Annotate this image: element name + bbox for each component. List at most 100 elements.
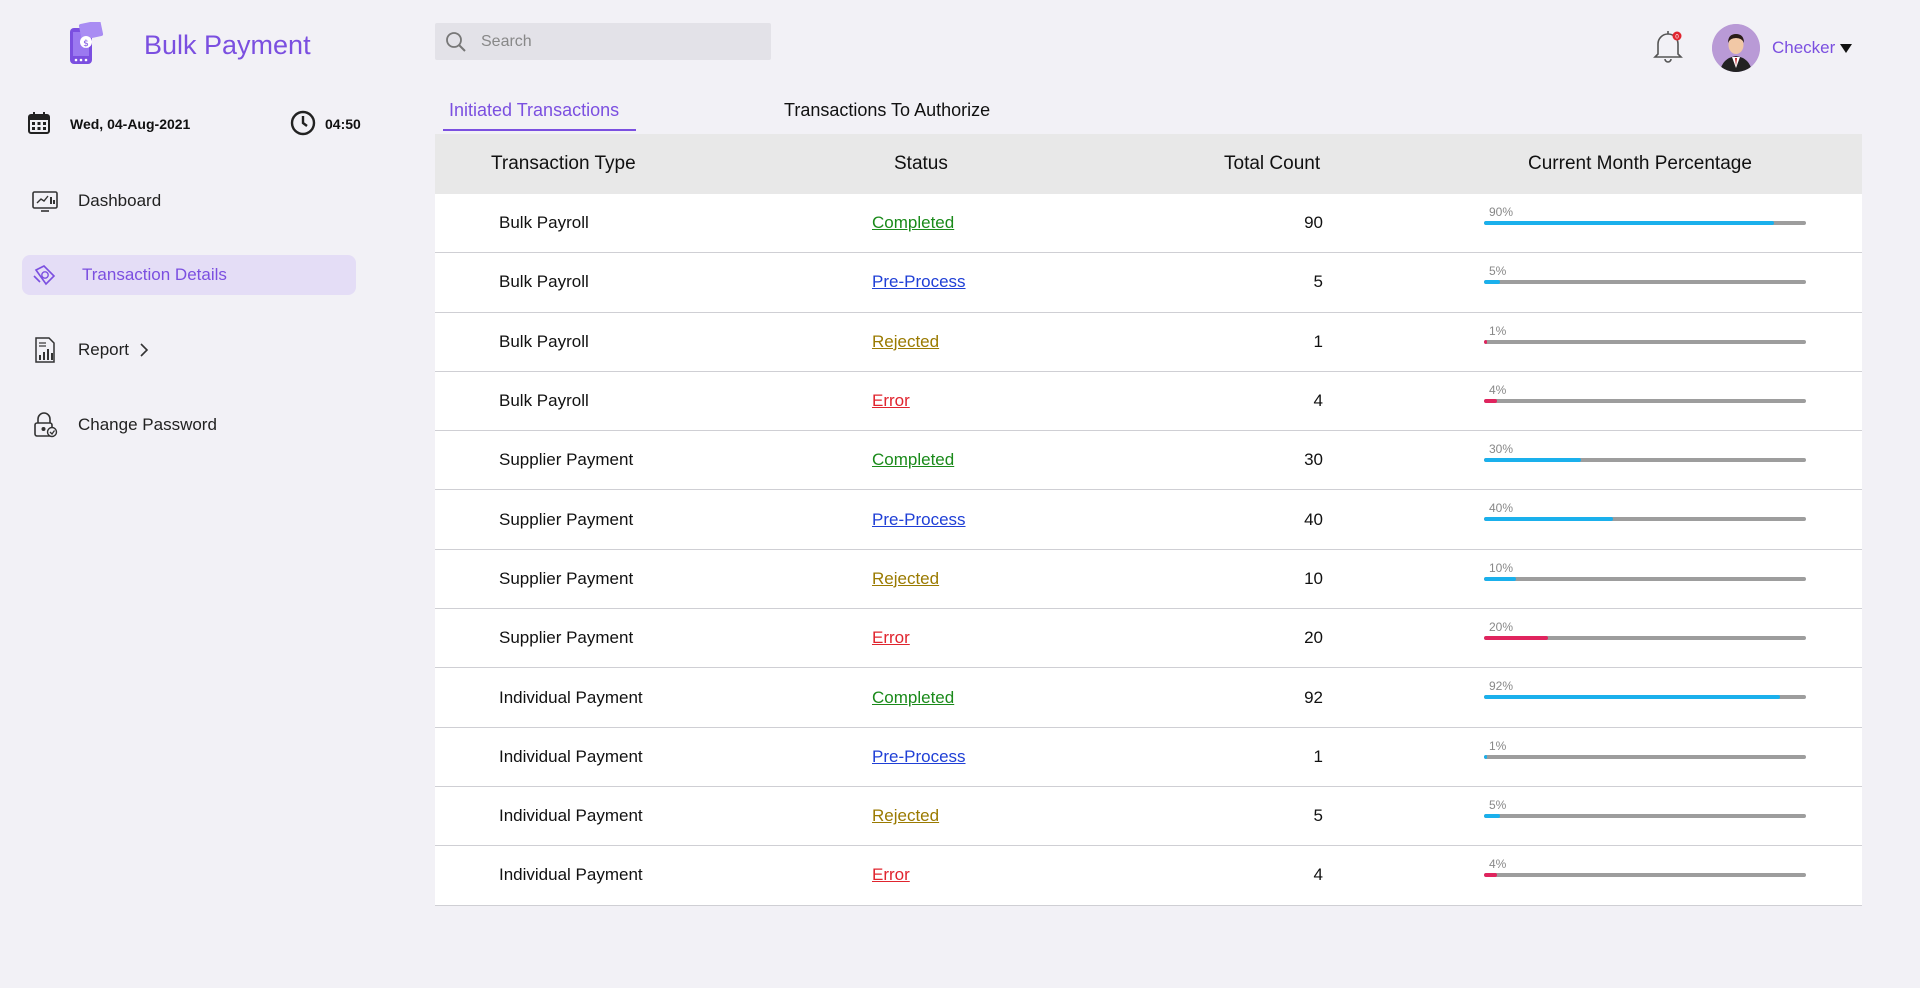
percentage-progress: 90% <box>1484 205 1806 227</box>
sidebar-item-label: Change Password <box>78 415 217 434</box>
transaction-type-cell: Supplier Payment <box>499 628 634 648</box>
status-link[interactable]: Error <box>872 865 910 885</box>
status-link[interactable]: Pre-Process <box>872 272 966 292</box>
status-link[interactable]: Pre-Process <box>872 510 966 530</box>
progress-track <box>1484 221 1806 225</box>
status-link[interactable]: Completed <box>872 450 954 470</box>
percentage-progress: 1% <box>1484 324 1806 346</box>
table-row: Bulk Payroll Pre-Process 5 5% <box>435 253 1862 313</box>
status-link[interactable]: Rejected <box>872 332 939 352</box>
sidebar-item-transaction-details[interactable]: Transaction Details <box>22 255 356 295</box>
progress-fill <box>1484 873 1497 878</box>
column-header-total-count: Total Count <box>1224 153 1321 174</box>
percentage-label: 20% <box>1489 620 1514 635</box>
user-name: Checker <box>1772 38 1836 57</box>
percentage-label: 1% <box>1489 323 1507 338</box>
sidebar-item-report[interactable]: Report <box>22 330 356 370</box>
percentage-progress: 5% <box>1484 264 1806 286</box>
search-bar <box>435 23 771 60</box>
progress-fill <box>1484 458 1581 463</box>
status-link[interactable]: Completed <box>872 688 954 708</box>
percentage-label: 92% <box>1489 679 1514 694</box>
total-count-cell: 4 <box>1313 865 1323 885</box>
table-row: Supplier Payment Rejected 10 10% <box>435 549 1862 610</box>
current-time: 04:50 <box>325 116 361 132</box>
current-date: Wed, 04-Aug-2021 <box>70 116 191 132</box>
table-row: Bulk Payroll Completed 90 90% <box>435 194 1862 254</box>
notification-bell-icon[interactable]: 0 <box>1652 28 1684 64</box>
user-avatar-icon <box>1712 24 1760 72</box>
bulk-payment-logo-icon: $ <box>70 22 104 64</box>
status-link[interactable]: Rejected <box>872 806 939 826</box>
notification-count: 0 <box>1675 34 1679 41</box>
total-count-cell: 1 <box>1313 746 1323 766</box>
total-count-cell: 92 <box>1304 687 1323 707</box>
table-row: Individual Payment Completed 92 92% <box>435 668 1862 728</box>
table-row: Individual Payment Rejected 5 5% <box>435 786 1862 847</box>
percentage-label: 30% <box>1489 442 1514 457</box>
datetime-bar: Wed, 04-Aug-2021 04:50 <box>28 110 368 138</box>
percentage-progress: 4% <box>1484 383 1806 405</box>
status-link[interactable]: Pre-Process <box>872 747 966 767</box>
transaction-type-cell: Bulk Payroll <box>499 272 589 292</box>
sidebar-item-dashboard[interactable]: Dashboard <box>22 181 356 221</box>
sidebar-item-change-password[interactable]: Change Password <box>22 405 356 445</box>
transaction-type-cell: Supplier Payment <box>499 509 634 529</box>
progress-fill <box>1484 576 1517 581</box>
search-input[interactable] <box>481 32 741 51</box>
column-header-current-month-percentage: Current Month Percentage <box>1528 153 1752 174</box>
svg-text:$: $ <box>83 39 89 49</box>
percentage-progress: 40% <box>1484 501 1806 523</box>
percentage-label: 90% <box>1489 205 1514 219</box>
column-header-transaction-type: Transaction Type <box>491 153 636 174</box>
clock-icon <box>290 110 316 136</box>
percentage-label: 5% <box>1489 797 1507 812</box>
total-count-cell: 30 <box>1304 450 1323 470</box>
total-count-cell: 1 <box>1313 331 1323 351</box>
progress-fill <box>1484 636 1549 641</box>
percentage-label: 10% <box>1489 560 1514 575</box>
progress-track <box>1484 636 1806 641</box>
table-row: Bulk Payroll Rejected 1 1% <box>435 312 1862 372</box>
table-row: Supplier Payment Completed 30 30% <box>435 431 1862 491</box>
total-count-cell: 40 <box>1304 509 1323 529</box>
percentage-progress: 20% <box>1484 620 1806 642</box>
avatar[interactable] <box>1712 24 1760 72</box>
progress-track <box>1484 280 1806 285</box>
user-menu[interactable]: Checker <box>1772 38 1853 58</box>
progress-track <box>1484 517 1806 522</box>
password-lock-icon <box>34 412 58 438</box>
total-count-cell: 90 <box>1304 213 1323 233</box>
status-link[interactable]: Error <box>872 391 910 411</box>
progress-fill <box>1484 339 1488 344</box>
transaction-icon <box>33 265 56 286</box>
search-icon[interactable] <box>445 31 467 53</box>
status-link[interactable]: Rejected <box>872 569 939 589</box>
table-row: Supplier Payment Error 20 20% <box>435 609 1862 669</box>
calendar-icon <box>28 112 50 134</box>
percentage-progress: 30% <box>1484 442 1806 464</box>
status-link[interactable]: Completed <box>872 213 954 233</box>
transaction-type-cell: Individual Payment <box>499 806 643 826</box>
table-row: Bulk Payroll Error 4 4% <box>435 371 1862 432</box>
progress-fill <box>1484 754 1488 759</box>
progress-track <box>1484 458 1806 463</box>
table-body: Bulk Payroll Completed 90 90% Bulk Payroll Pr… <box>435 194 1862 906</box>
percentage-progress: 92% <box>1484 679 1806 701</box>
percentage-progress: 4% <box>1484 857 1806 879</box>
progress-fill <box>1484 695 1781 700</box>
table-row: Individual Payment Error 4 4% <box>435 846 1862 906</box>
progress-track <box>1484 695 1806 700</box>
transaction-type-cell: Bulk Payroll <box>499 331 589 351</box>
tab-initiated-transactions[interactable]: Initiated Transactions <box>443 98 636 131</box>
chevron-right-icon <box>140 343 149 357</box>
progress-track <box>1484 339 1806 344</box>
percentage-label: 4% <box>1489 382 1507 397</box>
progress-fill <box>1484 221 1774 225</box>
transaction-type-cell: Individual Payment <box>499 746 643 766</box>
tab-transactions-to-authorize[interactable]: Transactions To Authorize <box>778 98 996 129</box>
percentage-label: 1% <box>1489 738 1507 753</box>
status-link[interactable]: Error <box>872 628 910 648</box>
caret-down-icon <box>1840 44 1853 53</box>
transaction-type-cell: Bulk Payroll <box>499 213 589 233</box>
